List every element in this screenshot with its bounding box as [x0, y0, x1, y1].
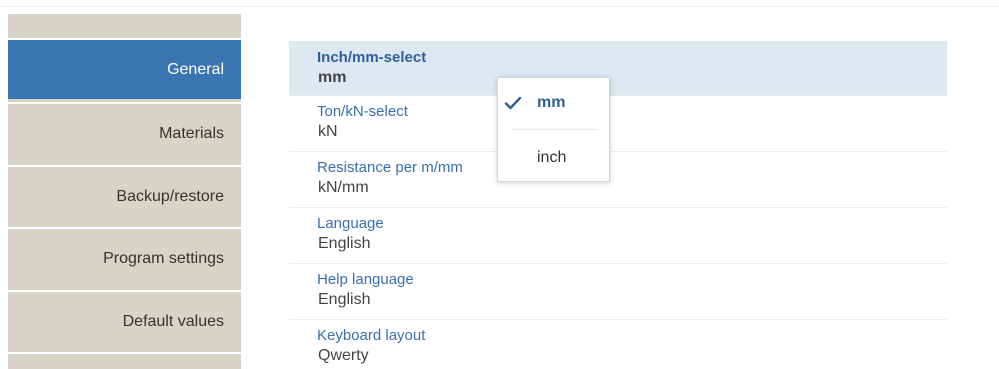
sidebar-item-default-values[interactable]: Default values — [8, 290, 241, 351]
setting-value: kN/mm — [318, 179, 369, 196]
settings-page: General Materials Backup/restore Program… — [0, 0, 999, 369]
setting-value: Qwerty — [318, 347, 369, 364]
sidebar: General Materials Backup/restore Program… — [8, 14, 241, 369]
setting-label: Inch/mm-select — [317, 49, 427, 66]
setting-label: Language — [317, 215, 384, 232]
setting-row-resistance[interactable]: Resistance per m/mm kN/mm — [289, 152, 947, 208]
setting-value: English — [318, 291, 371, 308]
setting-row-inch-mm[interactable]: Inch/mm-select mm — [289, 41, 947, 96]
checkmark-icon — [504, 96, 522, 110]
sidebar-item-backup-restore[interactable]: Backup/restore — [8, 165, 241, 226]
sidebar-item-label: Program settings — [103, 249, 224, 267]
top-divider — [0, 6, 999, 7]
dropdown-option-label: mm — [537, 94, 566, 111]
setting-row-keyboard-layout[interactable]: Keyboard layout Qwerty — [289, 320, 947, 369]
sidebar-item-general[interactable]: General — [8, 38, 241, 99]
unit-select-dropdown: mm inch — [497, 77, 610, 182]
dropdown-option-label: inch — [537, 149, 567, 166]
setting-label: Help language — [317, 271, 414, 288]
sidebar-item-more[interactable] — [8, 352, 241, 369]
setting-row-help-language[interactable]: Help language English — [289, 264, 947, 320]
dropdown-option-mm[interactable]: mm — [498, 78, 609, 130]
sidebar-item-label: Backup/restore — [116, 187, 224, 205]
setting-row-language[interactable]: Language English — [289, 208, 947, 264]
setting-label: Keyboard layout — [317, 327, 426, 344]
setting-label: Resistance per m/mm — [317, 159, 463, 176]
setting-value: kN — [318, 123, 338, 140]
setting-value: English — [318, 235, 371, 252]
sidebar-item-label: Default values — [122, 312, 224, 330]
sidebar-item-label: General — [167, 60, 224, 78]
settings-list: Inch/mm-select mm Ton/kN-select kN Resis… — [289, 41, 947, 369]
setting-label: Ton/kN-select — [317, 103, 408, 120]
sidebar-top-cap — [8, 14, 241, 38]
sidebar-item-materials[interactable]: Materials — [8, 102, 241, 163]
sidebar-item-program-settings[interactable]: Program settings — [8, 227, 241, 288]
setting-value: mm — [318, 69, 347, 86]
setting-row-ton-kn[interactable]: Ton/kN-select kN — [289, 96, 947, 152]
sidebar-item-label: Materials — [159, 124, 224, 142]
dropdown-option-inch[interactable]: inch — [498, 130, 609, 182]
